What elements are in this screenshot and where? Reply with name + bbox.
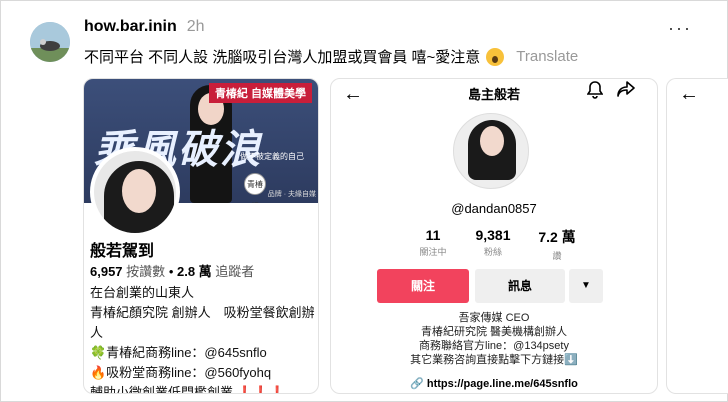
tiktok-handle: @dandan0857	[451, 201, 537, 216]
post-header: how.bar.inin 2h	[84, 18, 205, 42]
link-icon: 🔗	[410, 378, 427, 390]
stats-separator: •	[168, 264, 177, 279]
profile-bio: 在台創業的山東人 青椿紀顏究院 創辦人 吸粉堂餐飲創辦人 🍀青椿紀商務line：…	[90, 283, 316, 394]
fans-stat: 9,381 粉絲	[463, 227, 523, 258]
likes-count: 6,957	[90, 264, 123, 279]
stat-label: 關注中	[419, 247, 447, 257]
surprised-emoji-icon	[486, 47, 505, 66]
stat-number: 11	[425, 227, 441, 243]
banner-subtitle: 做不被定義的自己	[240, 152, 304, 161]
stat-label: 讚	[552, 251, 562, 261]
profile-name: 般若駕到	[90, 243, 155, 260]
brand-logo: 青椿紀	[244, 173, 266, 203]
banner-tag: 青椿紀 自媒體美學	[208, 83, 312, 103]
post-time: 2h	[186, 18, 205, 35]
stat-number: 9,381	[475, 227, 511, 243]
stat-label: 粉絲	[483, 247, 502, 257]
caption-text: 不同平台 不同人設 洗腦吸引台灣人加盟或買會員 嘻~愛注意	[84, 49, 481, 66]
following-stat: 11 關注中	[403, 227, 463, 258]
profile-picture	[90, 147, 180, 237]
likes-label: 按讚數	[126, 264, 166, 279]
bio-line: 青椿紀顏究院 創辦人 吸粉堂餐飲創辦人	[90, 305, 315, 340]
follow-button: 關注	[377, 269, 469, 303]
bell-icon	[586, 81, 604, 104]
user-avatar[interactable]	[30, 22, 70, 62]
bio-line: 🔥吸粉堂商務line：@560fyohq	[90, 365, 272, 380]
bio-line: 🍀青椿紀商務line：@645snflo	[90, 345, 267, 360]
followers-label: 追蹤者	[215, 264, 255, 279]
avatar-face	[480, 126, 504, 156]
share-icon	[617, 81, 635, 102]
stat-number: 7.2 萬	[538, 229, 576, 245]
profile-face	[122, 169, 156, 213]
message-button: 訊息	[475, 269, 565, 303]
tiktok-profile-title: 島主般若	[467, 87, 520, 102]
banner-footer: 品牌 · 夫緣自媒	[267, 191, 316, 198]
dropdown-icon: ▼	[569, 269, 603, 303]
username[interactable]: how.bar.inin	[84, 18, 177, 36]
likes-stat: 7.2 萬 讚	[527, 227, 587, 262]
bio-line: 輔助小微創業低門檻創業 ❗❗❗	[90, 385, 286, 394]
bio-line: 其它業務咨詢直接點擊下方鏈接⬇️	[410, 354, 578, 366]
translate-link[interactable]: Translate	[516, 48, 578, 65]
bio-line: 商務聯絡官方line：@134psety	[419, 340, 569, 352]
followers-count: 2.8 萬	[176, 264, 212, 279]
post-caption: 不同平台 不同人設 洗腦吸引台灣人加盟或買會員 嘻~愛注意 Translate	[84, 46, 578, 67]
profile-link: 🔗 https://page.line.me/645snflo	[331, 377, 657, 390]
link-text: https://page.line.me/645snflo	[426, 378, 578, 390]
tiktok-avatar	[453, 113, 529, 189]
avatar-image	[30, 22, 70, 62]
tiktok-bio: 吾家傳媒 CEO 青椿紀研究院 醫美機構創辦人 商務聯絡官方line：@134p…	[331, 311, 657, 367]
media-card-tiktok-profile[interactable]: ← 島主般若 @dandan0857 11 關注中 9,381 粉絲 7.2 萬…	[330, 78, 658, 394]
bio-line: 吾家傳媒 CEO	[458, 312, 530, 324]
bio-line: 青椿紀研究院 醫美機構創辦人	[420, 326, 568, 338]
back-arrow-icon: ←	[679, 83, 699, 105]
media-card-facebook-profile[interactable]: 乘風破浪 青椿紀 自媒體美學 做不被定義的自己 青椿紀 品牌 · 夫緣自媒 般若…	[83, 78, 319, 394]
more-options-icon[interactable]: ···	[668, 18, 692, 39]
bio-line: 在台創業的山東人	[90, 285, 195, 300]
profile-stats: 6,957 按讚數 • 2.8 萬 追蹤者	[90, 261, 254, 280]
media-card-partial[interactable]: ←	[666, 78, 728, 394]
